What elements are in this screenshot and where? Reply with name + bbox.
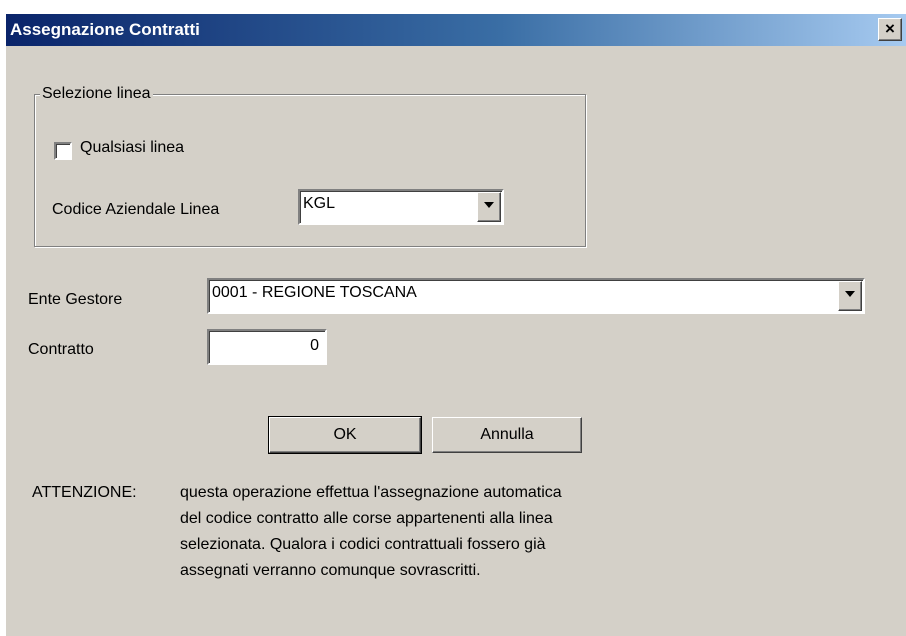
contratto-value: 0 (310, 337, 319, 354)
qualsiasi-linea-label[interactable]: Qualsiasi linea (80, 139, 184, 157)
close-icon: × (885, 19, 895, 38)
group-legend: Selezione linea (40, 85, 153, 103)
ente-gestore-combo[interactable]: 0001 - REGIONE TOSCANA (207, 278, 865, 314)
codice-linea-value: KGL (303, 195, 336, 212)
ok-button[interactable]: OK (268, 416, 422, 454)
warning-line: assegnati verranno comunque sovrascritti… (180, 562, 481, 579)
contratto-label: Contratto (28, 341, 94, 358)
ente-gestore-value: 0001 - REGIONE TOSCANA (212, 284, 417, 301)
chevron-down-icon[interactable] (838, 281, 862, 311)
close-button[interactable]: × (878, 18, 902, 41)
annulla-button[interactable]: Annulla (432, 417, 582, 453)
codice-linea-label: Codice Aziendale Linea (52, 201, 220, 218)
warning-line: selezionata. Qualora i codici contrattua… (180, 536, 546, 553)
window-title: Assegnazione Contratti (10, 20, 200, 39)
ente-gestore-label: Ente Gestore (28, 291, 123, 308)
contratto-input[interactable]: 0 (207, 329, 327, 365)
warning-line: del codice contratto alle corse apparten… (180, 510, 553, 527)
chevron-down-icon[interactable] (477, 192, 501, 222)
warning-line: questa operazione effettua l'assegnazion… (180, 484, 562, 501)
codice-linea-combo[interactable]: KGL (298, 189, 504, 225)
qualsiasi-linea-checkbox[interactable] (54, 142, 72, 160)
dialog-window: Assegnazione Contratti × Selezione linea… (6, 14, 906, 636)
title-bar[interactable]: Assegnazione Contratti × (6, 14, 906, 46)
warning-prefix: ATTENZIONE: (32, 484, 137, 501)
